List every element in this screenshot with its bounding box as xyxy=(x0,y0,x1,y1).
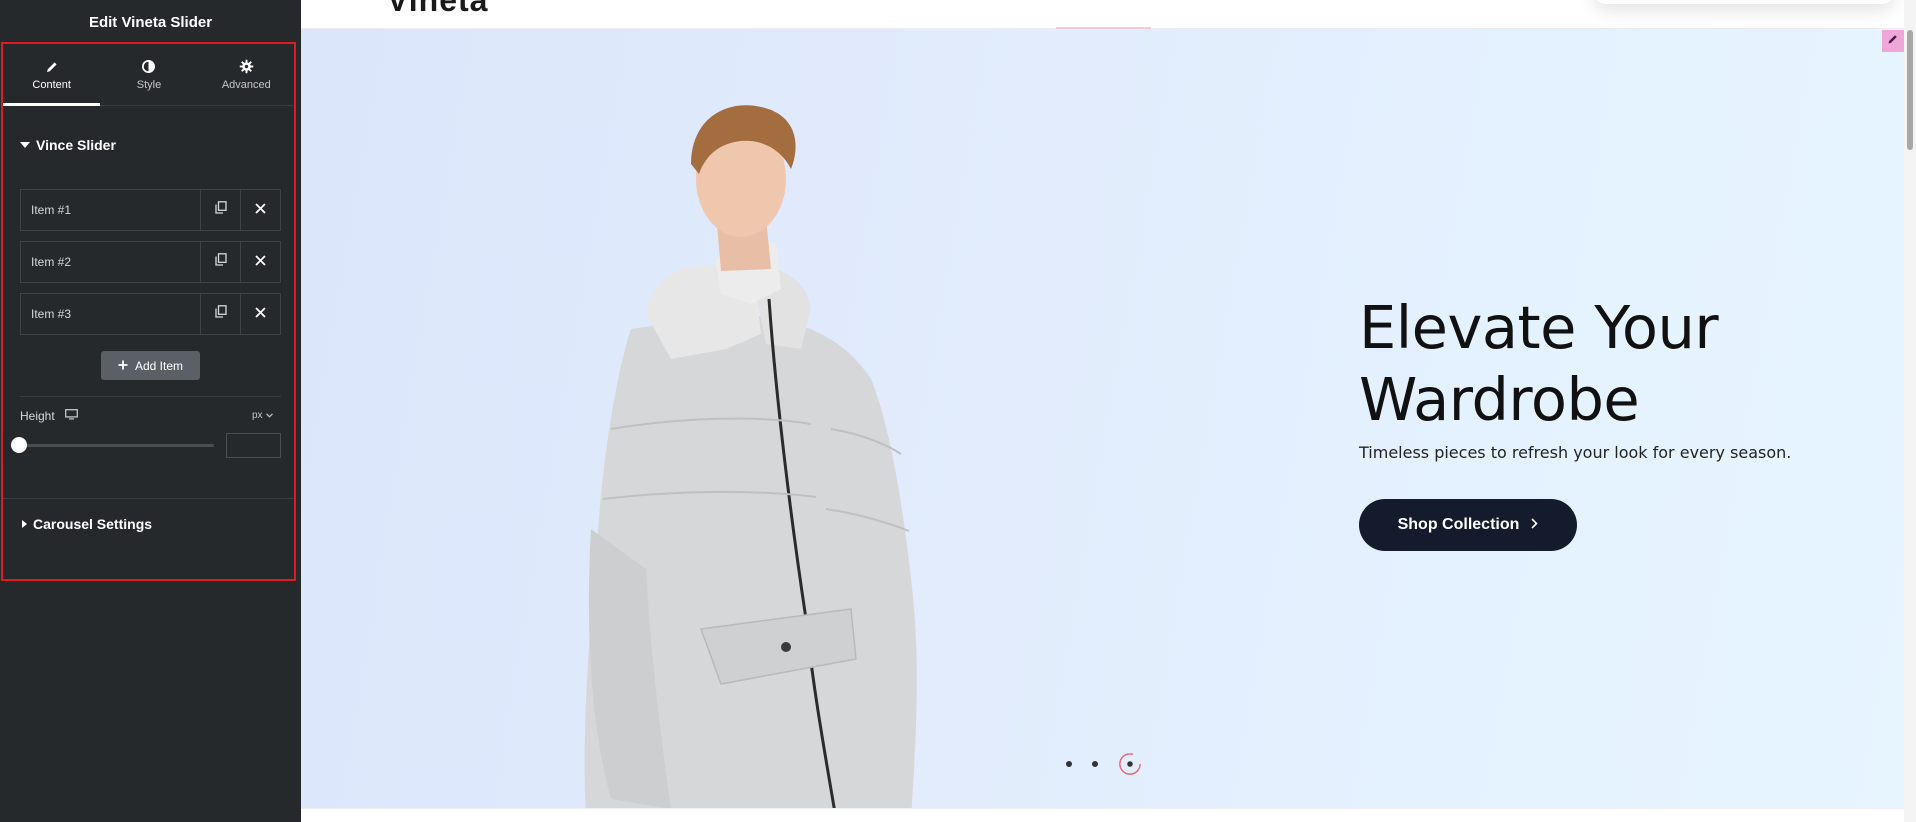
repeater-item-3-label[interactable]: Item #3 xyxy=(21,294,200,334)
chevron-right-icon xyxy=(1531,516,1539,534)
repeater-item-1: Item #1 xyxy=(20,189,281,231)
section-carousel-settings-label: Carousel Settings xyxy=(33,516,153,532)
close-icon xyxy=(255,253,266,271)
height-label: Height xyxy=(20,409,55,423)
section-vince-slider-label: Vince Slider xyxy=(36,137,116,153)
hero-slide[interactable]: Elevate Your Wardrobe Timeless pieces to… xyxy=(301,29,1904,808)
height-slider-thumb[interactable] xyxy=(11,437,27,453)
duplicate-item-3-button[interactable] xyxy=(200,294,240,334)
chevron-down-icon xyxy=(265,410,273,421)
sidebar-title: Edit Vineta Slider xyxy=(88,13,213,31)
pencil-icon xyxy=(44,59,60,75)
pagination-dot-3-active[interactable] xyxy=(1118,752,1142,776)
divider xyxy=(3,498,295,499)
hero-subtitle: Timeless pieces to refresh your look for… xyxy=(1359,443,1792,462)
hero-headline-line1: Elevate Your xyxy=(1359,293,1719,362)
site-header: Vineta xyxy=(301,0,1904,29)
hero-headline-line2: Wardrobe xyxy=(1359,365,1640,434)
remove-item-1-button[interactable] xyxy=(240,190,280,230)
shop-collection-label: Shop Collection xyxy=(1397,516,1520,533)
caret-down-icon xyxy=(20,142,30,148)
repeater-item-2: Item #2 xyxy=(20,241,281,283)
tab-style-label: Style xyxy=(136,78,162,91)
tab-bar: Content Style Advanced xyxy=(3,44,295,106)
desktop-icon[interactable] xyxy=(64,409,78,423)
copy-icon xyxy=(214,201,227,219)
repeater-item-2-label[interactable]: Item #2 xyxy=(21,242,200,282)
copy-icon xyxy=(214,253,227,271)
header-shadow xyxy=(1594,0,1894,4)
tab-advanced-label: Advanced xyxy=(221,78,271,91)
editor-sidebar: Edit Vineta Slider Content Style Advance… xyxy=(0,0,301,822)
unit-select[interactable]: px xyxy=(252,410,273,421)
gear-icon xyxy=(238,59,254,75)
close-icon xyxy=(255,201,266,219)
height-slider-track[interactable] xyxy=(20,444,214,447)
height-input[interactable] xyxy=(226,433,281,458)
edit-section-handle[interactable] xyxy=(1882,30,1904,52)
section-carousel-settings[interactable]: Carousel Settings xyxy=(22,516,152,532)
add-item-label: Add Item xyxy=(134,358,184,373)
height-control-label: Height xyxy=(20,409,78,423)
tab-content[interactable]: Content xyxy=(3,44,101,106)
tab-style[interactable]: Style xyxy=(100,44,197,105)
tab-advanced[interactable]: Advanced xyxy=(198,44,295,105)
repeater-item-1-label[interactable]: Item #1 xyxy=(21,190,200,230)
remove-item-3-button[interactable] xyxy=(240,294,280,334)
site-logo[interactable]: Vineta xyxy=(387,0,488,19)
duplicate-item-2-button[interactable] xyxy=(200,242,240,282)
contrast-icon xyxy=(141,59,157,75)
shop-collection-button[interactable]: Shop Collection xyxy=(1359,499,1577,551)
model-image xyxy=(584,105,917,808)
section-vince-slider[interactable]: Vince Slider xyxy=(20,137,116,153)
pencil-icon xyxy=(1887,32,1899,50)
remove-item-2-button[interactable] xyxy=(240,242,280,282)
unit-value: px xyxy=(252,410,263,421)
caret-right-icon xyxy=(22,520,27,528)
add-item-button[interactable]: Add Item xyxy=(101,351,200,380)
hero-headline: Elevate Your Wardrobe xyxy=(1359,292,1719,436)
plus-icon xyxy=(118,359,128,373)
tab-content-label: Content xyxy=(32,78,71,91)
repeater-item-3: Item #3 xyxy=(20,293,281,335)
page-below-slider xyxy=(301,808,1904,822)
close-icon xyxy=(255,305,266,323)
page-scrollbar[interactable] xyxy=(1904,0,1916,822)
page-preview: Vineta Elevate Your Wardrobe Timeless pi… xyxy=(301,0,1904,822)
scrollbar-thumb[interactable] xyxy=(1907,30,1913,150)
slider-pagination xyxy=(1066,752,1142,776)
pagination-dot-1[interactable] xyxy=(1066,761,1072,767)
divider xyxy=(20,396,281,397)
copy-icon xyxy=(214,305,227,323)
duplicate-item-1-button[interactable] xyxy=(200,190,240,230)
pagination-dot-2[interactable] xyxy=(1092,761,1098,767)
